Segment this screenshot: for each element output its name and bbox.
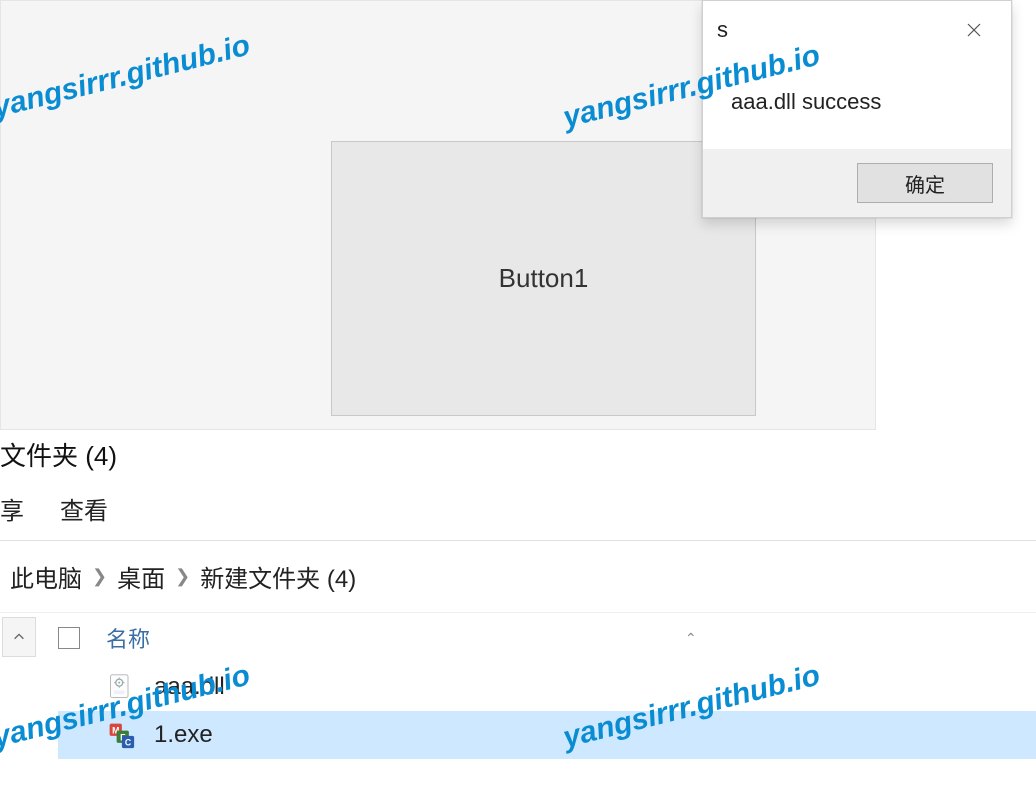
file-explorer: 文件夹 (4) 享 查看 此电脑 ❯ 桌面 ❯ 新建文件夹 (4) 名称 ⌃ a… [0, 431, 1036, 808]
dll-file-icon [106, 672, 136, 702]
message-box-titlebar: s [703, 1, 1011, 59]
column-header-row: 名称 ⌃ [58, 613, 1036, 663]
message-box-title: s [717, 17, 728, 43]
file-area: 名称 ⌃ aaa.dll M F C [0, 613, 1036, 759]
ok-button[interactable]: 确定 [857, 163, 993, 203]
file-name: 1.exe [154, 721, 213, 749]
file-row[interactable]: aaa.dll [58, 663, 1036, 711]
breadcrumb-this-pc[interactable]: 此电脑 [10, 559, 82, 594]
svg-text:C: C [125, 738, 132, 748]
breadcrumb-desktop[interactable]: 桌面 [117, 559, 165, 594]
message-box-footer: 确定 [703, 149, 1011, 217]
explorer-title: 文件夹 (4) [0, 431, 1036, 483]
sort-indicator-icon: ⌃ [685, 630, 697, 647]
ribbon-tabs: 享 查看 [0, 483, 1036, 541]
exe-file-icon: M F C [106, 720, 136, 750]
close-icon [966, 22, 982, 38]
breadcrumb-folder[interactable]: 新建文件夹 (4) [200, 559, 356, 594]
chevron-up-icon [12, 630, 26, 644]
button1[interactable]: Button1 [331, 141, 756, 416]
chevron-right-icon: ❯ [92, 566, 107, 587]
file-list: 名称 ⌃ aaa.dll M F C [36, 613, 1036, 759]
file-row[interactable]: M F C 1.exe [58, 711, 1036, 759]
scroll-up-button[interactable] [2, 617, 36, 657]
tab-view[interactable]: 查看 [60, 491, 108, 526]
tab-share[interactable]: 享 [0, 491, 24, 526]
file-name: aaa.dll [154, 673, 225, 701]
close-button[interactable] [951, 10, 997, 50]
column-header-name[interactable]: 名称 [106, 622, 150, 654]
message-box-text: aaa.dll success [703, 59, 1011, 149]
select-all-checkbox[interactable] [58, 627, 80, 649]
message-box: s aaa.dll success 确定 [702, 0, 1012, 218]
chevron-right-icon: ❯ [175, 566, 190, 587]
breadcrumb: 此电脑 ❯ 桌面 ❯ 新建文件夹 (4) [0, 541, 1036, 613]
